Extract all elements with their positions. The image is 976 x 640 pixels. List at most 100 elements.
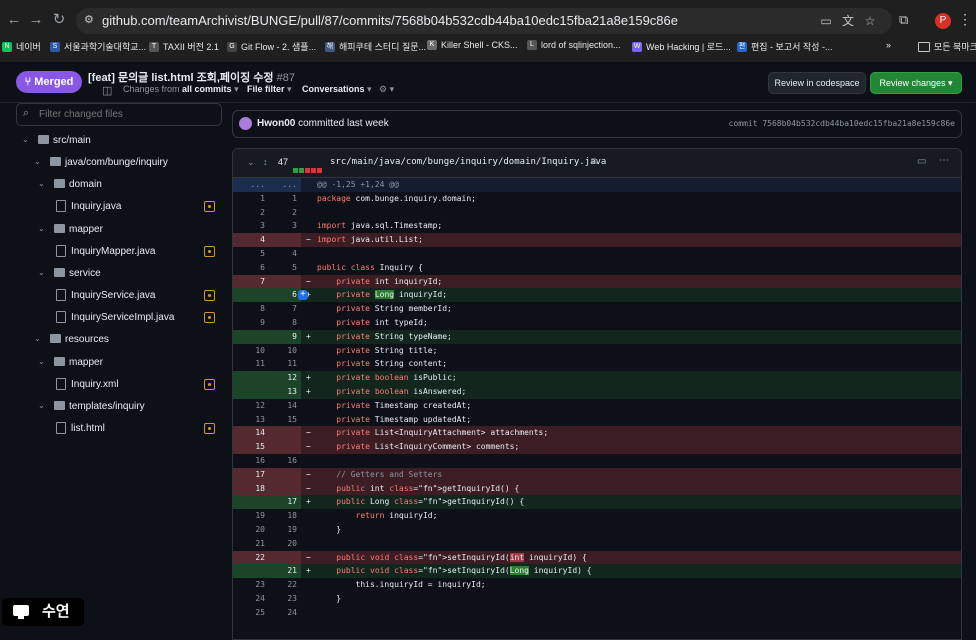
new-line-number[interactable]: 7: [269, 302, 297, 316]
commit-author[interactable]: Hwon00: [257, 118, 295, 129]
old-line-number[interactable]: 5: [233, 247, 265, 261]
old-line-number[interactable]: 17: [233, 468, 265, 482]
chevron-down-icon[interactable]: ⌄: [38, 401, 45, 410]
tree-folder[interactable]: ⌄ templates/inquiry: [16, 396, 226, 418]
tree-folder[interactable]: ⌄ service: [16, 263, 226, 285]
diff-line-removed[interactable]: 14 − private List<InquiryAttachment> atta…: [233, 426, 961, 441]
chevron-down-icon[interactable]: ⌄: [34, 157, 41, 166]
diff-line[interactable]: 19 18 return inquiryId;: [233, 509, 961, 523]
new-line-number[interactable]: 24: [269, 606, 297, 620]
filter-changed-files[interactable]: ⌕: [16, 103, 222, 126]
diff-line[interactable]: 25 24: [233, 606, 961, 620]
site-info-icon[interactable]: ⚙: [84, 14, 97, 27]
tree-folder[interactable]: ⌄ domain: [16, 174, 226, 196]
old-line-number[interactable]: 3: [233, 219, 265, 233]
new-line-number[interactable]: 16: [269, 454, 297, 468]
diff-line[interactable]: 13 15 private Timestamp updatedAt;: [233, 413, 961, 427]
changes-from-dropdown[interactable]: Changes from all commits ▾: [123, 84, 239, 95]
old-line-number[interactable]: 22: [233, 551, 265, 565]
diff-line[interactable]: 3 3 import java.sql.Timestamp;: [233, 219, 961, 233]
old-line-number[interactable]: 24: [233, 592, 265, 606]
diff-line-removed[interactable]: 17 − // Getters and Setters: [233, 467, 961, 482]
tree-file[interactable]: InquiryService.java: [16, 285, 226, 307]
new-line-number[interactable]: 17: [269, 495, 297, 509]
tree-file[interactable]: InquiryServiceImpl.java: [16, 307, 226, 329]
chevron-down-icon[interactable]: ⌄: [38, 268, 45, 277]
new-line-number[interactable]: 21: [269, 564, 297, 578]
old-line-number[interactable]: 14: [233, 426, 265, 440]
bookmark-item[interactable]: Llord of sqlinjection...: [527, 40, 621, 50]
url-text[interactable]: github.com/teamArchivist/BUNGE/pull/87/c…: [102, 13, 678, 28]
tree-folder[interactable]: ⌄ mapper: [16, 352, 226, 374]
sidebar-toggle-icon[interactable]: ◫: [102, 84, 112, 97]
profile-avatar[interactable]: P: [935, 13, 951, 29]
cast-icon[interactable]: ▭: [818, 13, 834, 29]
old-line-number[interactable]: 4: [233, 233, 265, 247]
old-line-number[interactable]: 18: [233, 482, 265, 496]
diff-line[interactable]: 10 10 private String title;: [233, 344, 961, 358]
new-line-number[interactable]: 22: [269, 578, 297, 592]
file-filter-dropdown[interactable]: File filter ▾: [247, 84, 292, 95]
bookmark-item[interactable]: K Killer Shell - CKS...: [427, 40, 518, 50]
diff-line[interactable]: 22: [233, 206, 961, 220]
new-line-number[interactable]: 18: [269, 509, 297, 523]
tree-folder[interactable]: ⌄ resources: [16, 329, 226, 351]
expand-all-icon[interactable]: ↕: [263, 157, 268, 167]
tree-file[interactable]: Inquiry.xml: [16, 374, 226, 396]
translate-icon[interactable]: 文: [840, 13, 856, 29]
bookmark-item[interactable]: 편 편집 - 보고서 작성 -...: [737, 40, 832, 53]
diff-line-removed[interactable]: 22 − public void class="fn">setInquiryId(…: [233, 550, 961, 565]
new-line-number[interactable]: 15: [269, 413, 297, 427]
chevron-down-icon[interactable]: ⌄: [22, 135, 29, 144]
commit-sha[interactable]: commit 7568b04b532cdb44ba10edc15fba21a8e…: [729, 119, 955, 128]
extensions-icon[interactable]: ⧉: [899, 12, 908, 28]
chevron-down-icon[interactable]: ⌄: [34, 334, 41, 343]
new-line-number[interactable]: 8: [269, 316, 297, 330]
add-comment-plus-icon[interactable]: +: [298, 290, 308, 301]
diff-hunk-header[interactable]: ...... @@ -1,25 +1,24 @@: [233, 178, 961, 192]
old-line-number[interactable]: 19: [233, 509, 265, 523]
diff-line[interactable]: 23 22 this.inquiryId = inquiryId;: [233, 578, 961, 592]
tree-file[interactable]: list.html: [16, 418, 226, 440]
diff-line-added[interactable]: 6 + private Long inquiryId; +: [233, 288, 961, 303]
bookmark-item[interactable]: W Web Hacking | 로드...: [632, 40, 731, 53]
diff-line-added[interactable]: 13 + private boolean isAnswered;: [233, 384, 961, 399]
diff-line[interactable]: 1 1 package com.bunge.inquiry.domain;: [233, 192, 961, 206]
diff-line[interactable]: 21 20: [233, 537, 961, 551]
old-line-number[interactable]: 8: [233, 302, 265, 316]
avatar[interactable]: [239, 117, 252, 130]
diff-line-added[interactable]: 12 + private boolean isPublic;: [233, 371, 961, 385]
bookmark-item[interactable]: 해 해피쿠테 스터디 질문...: [325, 40, 426, 53]
diff-line-removed[interactable]: 15 − private List<InquiryComment> comment…: [233, 440, 961, 454]
diff-line[interactable]: 24 23 }: [233, 592, 961, 606]
diff-line[interactable]: 98 private int typeId;: [233, 316, 961, 330]
diff-line-removed[interactable]: 4 − import java.util.List;: [233, 233, 961, 247]
bookmark-item[interactable]: G Git Flow - 2. 샘플...: [227, 40, 316, 53]
old-line-number[interactable]: 7: [233, 275, 265, 289]
old-line-number[interactable]: 21: [233, 537, 265, 551]
chevron-down-icon[interactable]: ⌄: [38, 179, 45, 188]
old-line-number[interactable]: 10: [233, 344, 265, 358]
new-line-number[interactable]: 5: [269, 261, 297, 275]
more-options-icon[interactable]: ⋯: [939, 155, 949, 166]
new-line-number[interactable]: 19: [269, 523, 297, 537]
old-line-number[interactable]: 12: [233, 399, 265, 413]
old-line-number[interactable]: 2: [233, 206, 265, 220]
new-line-number[interactable]: 23: [269, 592, 297, 606]
browser-menu-icon[interactable]: ⋮: [958, 11, 972, 28]
settings-gear-icon[interactable]: ⚙ ▾: [379, 84, 394, 95]
bookmark-item[interactable]: T TAXII 버전 2.1: [149, 40, 219, 53]
bookmark-item[interactable]: S 서울과학기술대학교...: [50, 40, 146, 53]
diff-line[interactable]: 16 16: [233, 454, 961, 468]
file-path[interactable]: src/main/java/com/bunge/inquiry/domain/I…: [330, 157, 606, 167]
copy-icon[interactable]: ⧉: [591, 156, 597, 167]
subtitle-overlay[interactable]: 수연: [2, 598, 84, 626]
old-line-number[interactable]: 13: [233, 413, 265, 427]
new-line-number[interactable]: 11: [269, 357, 297, 371]
new-line-number[interactable]: 2: [269, 206, 297, 220]
new-line-number[interactable]: 10: [269, 344, 297, 358]
conversations-dropdown[interactable]: Conversations ▾: [302, 84, 372, 95]
diff-line[interactable]: 12 14 private Timestamp createdAt;: [233, 399, 961, 413]
old-line-number[interactable]: 9: [233, 316, 265, 330]
old-line-number[interactable]: ...: [233, 178, 265, 192]
